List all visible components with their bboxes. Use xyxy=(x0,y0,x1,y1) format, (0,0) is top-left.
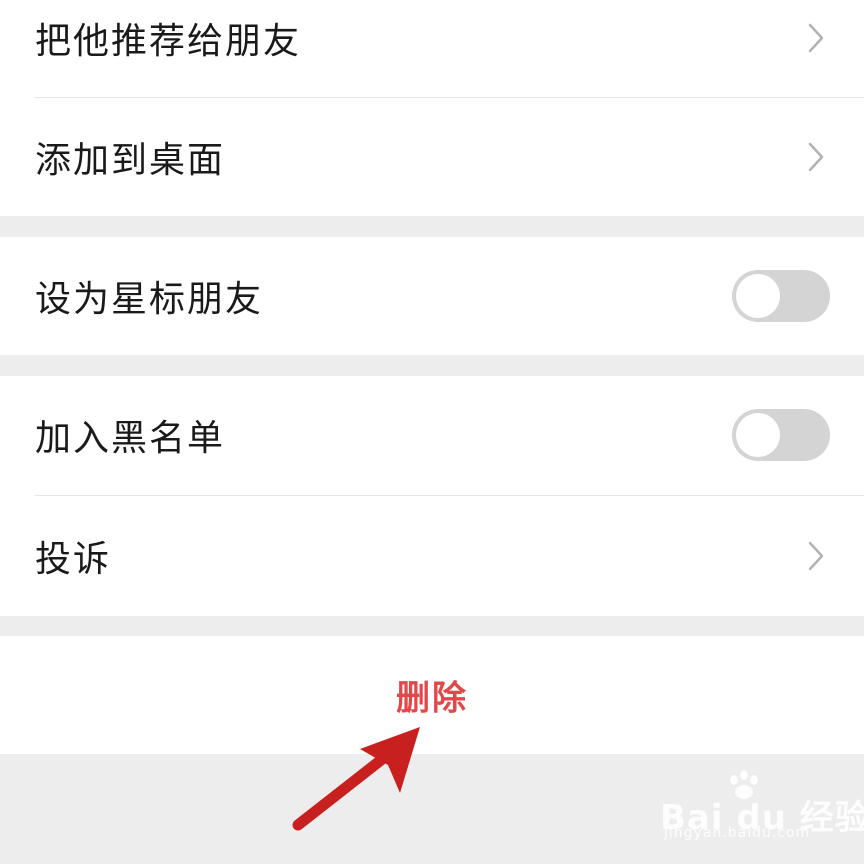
settings-group-1: 把他推荐给朋友 添加到桌面 xyxy=(0,0,864,216)
contact-settings-screen: 把他推荐给朋友 添加到桌面 设为星标朋友 加入黑名单 投诉 删除 Bai du … xyxy=(0,0,864,864)
watermark-url: jingyan.baidu.com xyxy=(664,825,811,841)
red-arrow-icon xyxy=(292,727,420,831)
recommend-to-friend-label: 把他推荐给朋友 xyxy=(35,21,302,62)
row-divider xyxy=(35,495,864,496)
complain-row[interactable]: 投诉 xyxy=(0,497,864,615)
delete-button[interactable]: 删除 xyxy=(0,636,864,754)
add-to-desktop-row[interactable]: 添加到桌面 xyxy=(0,98,864,216)
blacklist-row: 加入黑名单 xyxy=(0,376,864,494)
blacklist-toggle[interactable] xyxy=(732,409,830,461)
complain-label: 投诉 xyxy=(35,539,112,580)
settings-group-3: 加入黑名单 投诉 xyxy=(0,376,864,616)
delete-label: 删除 xyxy=(396,678,468,719)
delete-group: 删除 xyxy=(0,636,864,754)
star-friend-toggle[interactable] xyxy=(732,270,830,322)
blacklist-label: 加入黑名单 xyxy=(35,418,226,459)
settings-group-2: 设为星标朋友 xyxy=(0,237,864,355)
add-to-desktop-label: 添加到桌面 xyxy=(35,140,226,181)
chevron-right-icon xyxy=(808,142,824,172)
toggle-knob xyxy=(736,413,780,457)
toggle-knob xyxy=(736,274,780,318)
recommend-to-friend-row[interactable]: 把他推荐给朋友 xyxy=(0,0,864,97)
baidu-jingyan-watermark: Bai du 经验 jingyan.baidu.com xyxy=(660,770,864,850)
chevron-right-icon xyxy=(808,23,824,53)
star-friend-label: 设为星标朋友 xyxy=(35,279,264,320)
star-friend-row: 设为星标朋友 xyxy=(0,237,864,355)
chevron-right-icon xyxy=(808,541,824,571)
